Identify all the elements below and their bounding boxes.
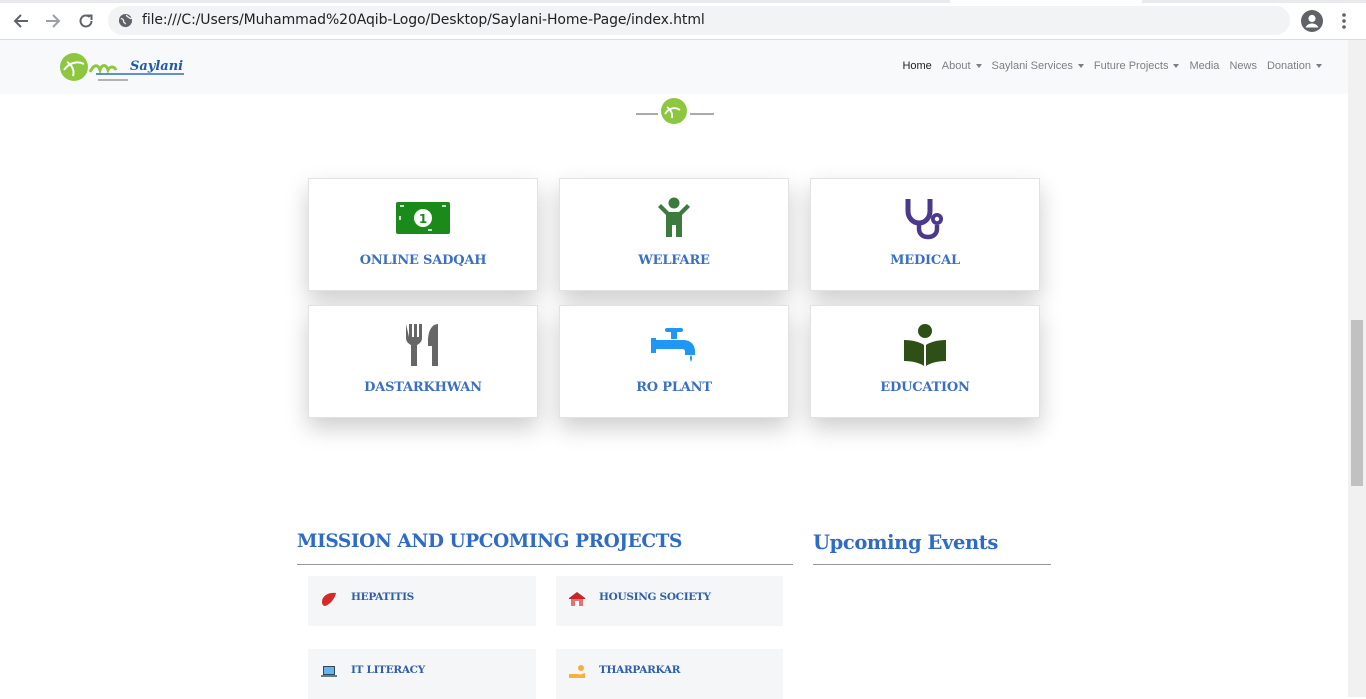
browser-toolbar: file:///C:/Users/Muhammad%20Aqib-Logo/De… — [0, 0, 1366, 40]
section-divider — [636, 96, 716, 126]
laptop-icon — [321, 666, 337, 677]
events-rule — [813, 564, 1051, 565]
nav-donation[interactable]: Donation — [1267, 60, 1322, 72]
saylani-logo[interactable]: Saylani — [58, 50, 190, 84]
utensils-icon — [404, 324, 442, 366]
project-label: HOUSING SOCIETY — [599, 591, 711, 603]
main-menu: Home About Saylani Services Future Proje… — [902, 60, 1322, 72]
back-button[interactable] — [9, 9, 33, 33]
page-scrollbar[interactable] — [1348, 40, 1366, 697]
service-label: DASTARKHWAN — [364, 380, 482, 395]
project-label: HEPATITIS — [351, 591, 414, 603]
nav-future-label: Future Projects — [1093, 60, 1169, 72]
nav-future-projects[interactable]: Future Projects — [1094, 60, 1180, 72]
forward-arrow-icon — [46, 14, 61, 28]
project-housing-society[interactable]: HOUSING SOCIETY — [556, 576, 783, 626]
account-icon — [1301, 10, 1323, 32]
nav-about-label: About — [941, 60, 971, 72]
nav-home-label: Home — [902, 60, 932, 72]
caret-down-icon — [1173, 64, 1180, 68]
nav-saylani-services[interactable]: Saylani Services — [992, 60, 1084, 72]
reload-button[interactable] — [74, 9, 98, 33]
faucet-icon — [651, 324, 697, 366]
house-icon — [569, 592, 585, 606]
nav-news-label: News — [1229, 60, 1257, 72]
address-bar[interactable]: file:///C:/Users/Muhammad%20Aqib-Logo/De… — [108, 6, 1290, 35]
service-card-ro-plant[interactable]: RO PLANT — [559, 305, 789, 418]
logo-wordmark: Saylani — [130, 59, 183, 74]
events-title: Upcoming Events — [813, 531, 998, 554]
caret-down-icon — [975, 64, 982, 68]
caret-down-icon — [1316, 64, 1322, 68]
svg-text:1: 1 — [419, 212, 427, 226]
book-reader-icon — [902, 324, 948, 366]
service-label: RO PLANT — [636, 380, 712, 395]
menu-button[interactable] — [1332, 9, 1356, 33]
mission-rule — [297, 564, 793, 565]
nav-news[interactable]: News — [1229, 60, 1257, 72]
service-label: ONLINE SADQAH — [359, 253, 487, 268]
url-text: file:///C:/Users/Muhammad%20Aqib-Logo/De… — [142, 12, 705, 28]
more-vert-icon — [1342, 13, 1346, 29]
nav-media-label: Media — [1189, 60, 1220, 72]
nav-media[interactable]: Media — [1189, 60, 1219, 72]
reload-icon — [79, 14, 93, 28]
service-label: WELFARE — [638, 253, 710, 268]
service-label: EDUCATION — [880, 380, 970, 395]
service-card-welfare[interactable]: WELFARE — [559, 178, 789, 291]
stethoscope-icon — [902, 197, 948, 240]
nav-donation-label: Donation — [1266, 60, 1311, 72]
nav-home[interactable]: Home — [902, 60, 931, 72]
back-arrow-icon — [13, 14, 28, 28]
hand-water-icon — [569, 665, 585, 678]
mission-title: MISSION AND UPCOMING PROJECTS — [297, 531, 682, 552]
site-navbar: Saylani Home About Saylani Services Futu… — [0, 40, 1348, 94]
project-hepatitis[interactable]: HEPATITIS — [308, 576, 536, 626]
money-icon: 1 — [395, 197, 451, 239]
person-icon — [656, 197, 692, 239]
project-it-literacy[interactable]: IT LITERACY — [308, 649, 536, 699]
scrollbar-thumb[interactable] — [1351, 320, 1363, 486]
service-card-education[interactable]: EDUCATION — [810, 305, 1040, 418]
project-label: THARPARKAR — [599, 664, 681, 676]
profile-button[interactable] — [1300, 9, 1324, 33]
service-card-online-sadqah[interactable]: 1 ONLINE SADQAH — [308, 178, 538, 291]
nav-services-label: Saylani Services — [991, 60, 1073, 72]
nav-about[interactable]: About — [942, 60, 982, 72]
caret-down-icon — [1077, 64, 1084, 68]
liver-icon — [322, 592, 336, 606]
service-card-medical[interactable]: MEDICAL — [810, 178, 1040, 291]
site-info-icon[interactable] — [118, 13, 133, 28]
forward-button[interactable] — [41, 9, 65, 33]
service-card-dastarkhwan[interactable]: DASTARKHWAN — [308, 305, 538, 418]
project-tharparkar[interactable]: THARPARKAR — [556, 649, 783, 699]
tab-strip — [0, 0, 1366, 3]
project-label: IT LITERACY — [351, 664, 425, 676]
service-label: MEDICAL — [890, 253, 960, 268]
